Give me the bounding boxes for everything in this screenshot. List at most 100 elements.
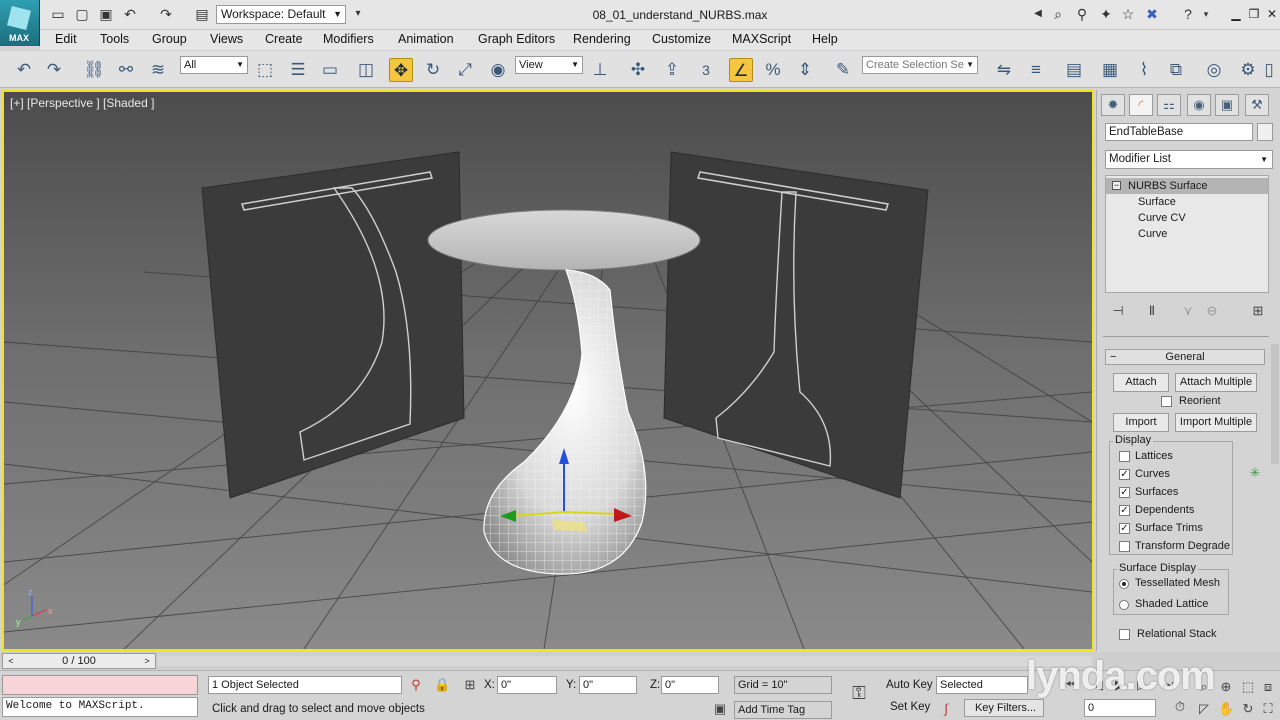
- menu-tools[interactable]: Tools: [100, 32, 129, 46]
- object-color-swatch[interactable]: [1257, 123, 1273, 141]
- mirror-icon[interactable]: ⇋: [992, 58, 1016, 82]
- workspace-dropdown[interactable]: Workspace: Default ▼: [216, 5, 346, 24]
- restore-icon[interactable]: ❐: [1246, 6, 1262, 22]
- field-of-view-icon[interactable]: ◸: [1196, 701, 1212, 717]
- stack-item-nurbs-surface[interactable]: − NURBS Surface: [1106, 178, 1268, 194]
- display-checkbox[interactable]: ✓: [1119, 505, 1130, 516]
- curve-editor-icon[interactable]: ⌇: [1132, 58, 1156, 82]
- select-and-place-icon[interactable]: ◉: [486, 58, 510, 82]
- pin-stack-icon[interactable]: ⊣: [1109, 302, 1127, 320]
- named-selection-sets-input[interactable]: Create Selection Se ▼: [862, 56, 978, 74]
- y-coordinate-field[interactable]: 0": [579, 676, 637, 694]
- reorient-checkbox[interactable]: [1161, 396, 1172, 407]
- pan-view-icon[interactable]: ✋: [1218, 701, 1234, 717]
- command-panel-scrollbar[interactable]: [1271, 344, 1279, 464]
- minimize-icon[interactable]: ▁: [1228, 6, 1244, 22]
- selection-filter-dropdown[interactable]: All ▼: [180, 56, 248, 74]
- collapse-icon[interactable]: −: [1112, 181, 1121, 190]
- key-filters-button[interactable]: Key Filters...: [964, 699, 1044, 717]
- track-bar[interactable]: [158, 656, 1092, 666]
- display-checkbox[interactable]: ✓: [1119, 469, 1130, 480]
- menu-modifiers[interactable]: Modifiers: [323, 32, 374, 46]
- search-icon[interactable]: ⚲: [1074, 6, 1090, 22]
- display-checkbox[interactable]: [1119, 541, 1130, 552]
- surface-display-radio[interactable]: [1119, 579, 1129, 589]
- sparkle-icon[interactable]: ✳: [1247, 465, 1263, 481]
- select-and-link-icon[interactable]: ⛓: [82, 58, 106, 82]
- key-mode-dropdown[interactable]: Selected: [936, 676, 1028, 694]
- display-checkbox[interactable]: [1119, 451, 1130, 462]
- absolute-mode-icon[interactable]: ⊞: [462, 677, 478, 693]
- render-setup-icon[interactable]: ⚙: [1236, 58, 1260, 82]
- material-editor-icon[interactable]: ◎: [1202, 58, 1226, 82]
- modify-tab-icon[interactable]: ◜: [1129, 94, 1153, 116]
- modifier-list-dropdown[interactable]: Modifier List ▼: [1105, 150, 1273, 169]
- object-name-field[interactable]: EndTableBase: [1105, 123, 1253, 141]
- stack-item-curve-cv[interactable]: Curve CV: [1106, 210, 1268, 226]
- display-tab-icon[interactable]: ▣: [1215, 94, 1239, 116]
- select-object-icon[interactable]: ⬚: [253, 58, 277, 82]
- snaps-toggle[interactable]: 3: [694, 58, 718, 82]
- menu-create[interactable]: Create: [265, 32, 303, 46]
- layer-manager-icon[interactable]: ▤: [1062, 58, 1086, 82]
- exchange-icon[interactable]: ✖: [1144, 6, 1160, 22]
- undo-icon[interactable]: ↶: [12, 58, 36, 82]
- maxscript-mini-listener-input[interactable]: [2, 675, 198, 695]
- add-time-tag-button[interactable]: Add Time Tag: [734, 701, 832, 719]
- select-and-rotate-icon[interactable]: ↻: [421, 58, 445, 82]
- display-checkbox[interactable]: ✓: [1119, 487, 1130, 498]
- menu-animation[interactable]: Animation: [398, 32, 454, 46]
- maximize-viewport-icon[interactable]: ⛶: [1260, 701, 1276, 717]
- show-end-result-icon[interactable]: Ⅱ: [1143, 302, 1161, 320]
- redo-icon[interactable]: ↷: [158, 6, 174, 22]
- edit-named-selection-icon[interactable]: ✎: [831, 58, 855, 82]
- menu-edit[interactable]: Edit: [55, 32, 77, 46]
- isolate-selection-icon[interactable]: ⚲: [408, 677, 424, 693]
- spinner-snap-icon[interactable]: ⇕: [793, 58, 817, 82]
- set-key-button[interactable]: Set Key: [890, 701, 930, 713]
- display-checkbox[interactable]: ✓: [1119, 523, 1130, 534]
- orbit-icon[interactable]: ↻: [1240, 701, 1256, 717]
- select-manipulate-icon[interactable]: ✣: [626, 58, 650, 82]
- close-icon[interactable]: ✕: [1264, 6, 1280, 22]
- default-in-out-tangents-icon[interactable]: ∫: [938, 701, 954, 717]
- menu-rendering[interactable]: Rendering: [573, 32, 631, 46]
- import-multiple-button[interactable]: Import Multiple: [1175, 413, 1257, 432]
- menu-views[interactable]: Views: [210, 32, 243, 46]
- perspective-viewport[interactable]: [+] [Perspective ] [Shaded ] z x y: [2, 90, 1094, 651]
- new-file-icon[interactable]: ▭: [50, 6, 66, 22]
- select-and-move-icon[interactable]: ✥: [389, 58, 413, 82]
- set-keys-key-icon[interactable]: ⚿: [848, 684, 870, 702]
- use-pivot-point-icon[interactable]: ⊥: [588, 58, 612, 82]
- time-slider[interactable]: < 0 / 100 >: [2, 653, 156, 669]
- configure-modifier-sets-icon[interactable]: ⊞: [1249, 302, 1267, 320]
- surface-display-radio[interactable]: [1119, 600, 1129, 610]
- menu-help[interactable]: Help: [812, 32, 838, 46]
- save-file-icon[interactable]: ▣: [98, 6, 114, 22]
- next-frame-icon[interactable]: >: [141, 654, 153, 668]
- info-center-left-icon[interactable]: ◀: [1030, 6, 1046, 22]
- graphite-ribbon-icon[interactable]: ▦: [1098, 58, 1122, 82]
- stack-item-curve[interactable]: Curve: [1106, 226, 1268, 242]
- help-icon[interactable]: ?: [1180, 6, 1196, 22]
- undo-icon[interactable]: ↶: [122, 6, 138, 22]
- reference-coordinate-dropdown[interactable]: View ▼: [515, 56, 583, 74]
- time-configuration-icon[interactable]: ⏱: [1172, 699, 1188, 715]
- align-icon[interactable]: ≡: [1024, 58, 1048, 82]
- quick-access-menu-icon[interactable]: ▾: [350, 6, 366, 22]
- render-frame-icon[interactable]: ▯: [1262, 58, 1276, 82]
- rectangular-selection-icon[interactable]: ▭: [318, 58, 342, 82]
- hierarchy-tab-icon[interactable]: ⚏: [1157, 94, 1181, 116]
- help-dropdown-icon[interactable]: ▾: [1198, 6, 1214, 22]
- remove-modifier-icon[interactable]: ⊖: [1203, 302, 1221, 320]
- x-coordinate-field[interactable]: 0": [497, 676, 557, 694]
- bind-space-warp-icon[interactable]: ≋: [146, 58, 170, 82]
- binoculars-icon[interactable]: ⌕: [1050, 6, 1066, 22]
- general-rollout-header[interactable]: − General: [1105, 349, 1265, 365]
- time-tag-icon[interactable]: ▣: [712, 701, 728, 717]
- select-by-name-icon[interactable]: ☰: [286, 58, 310, 82]
- viewport-label[interactable]: [+] [Perspective ] [Shaded ]: [10, 96, 154, 110]
- percent-snap-icon[interactable]: %: [761, 58, 785, 82]
- open-file-icon[interactable]: ▢: [74, 6, 90, 22]
- angle-snap-icon[interactable]: ∠: [729, 58, 753, 82]
